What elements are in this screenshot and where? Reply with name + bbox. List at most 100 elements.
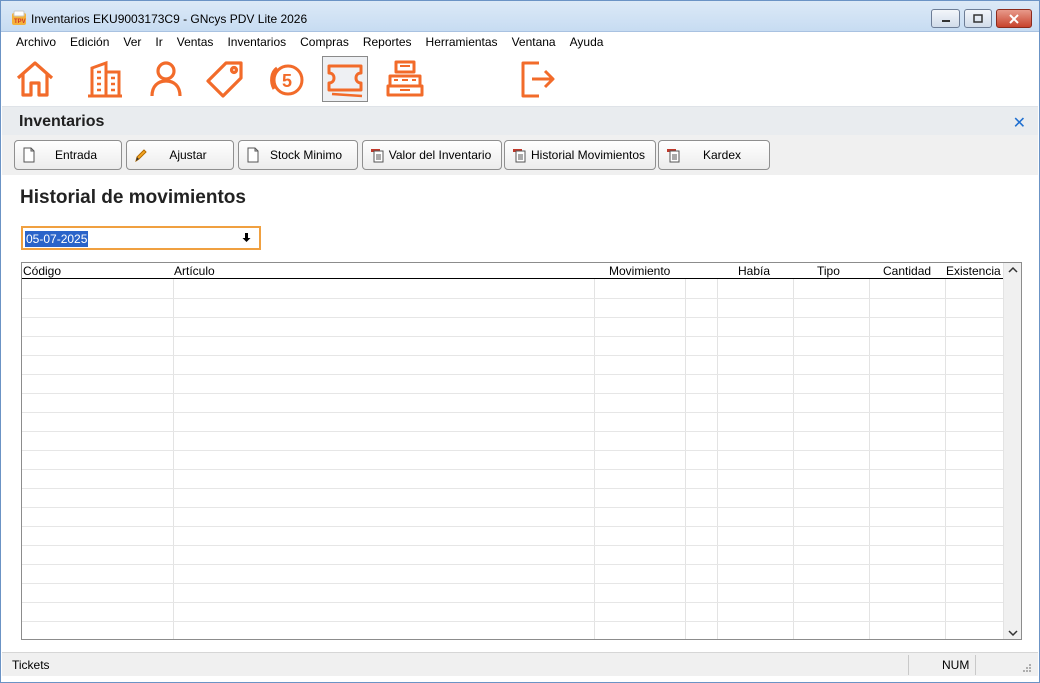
col-cantidad[interactable]: Cantidad [883,264,931,278]
app-logo-icon: TPV [12,10,26,25]
col-codigo[interactable]: Código [23,264,61,278]
arrow-down-icon [242,233,251,242]
chevron-up-icon[interactable] [1008,266,1018,274]
menu-bar: Archivo Edición Ver Ir Ventas Inventario… [2,32,1038,52]
menu-compras[interactable]: Compras [300,35,349,49]
report-icon [371,149,384,163]
kardex-button[interactable]: Kardex [658,140,770,170]
minimize-icon [941,19,950,22]
column-divider [717,279,718,639]
column-divider [793,279,794,639]
content-area: Historial de movimientos 05-07-2025 Códi… [2,175,1038,651]
column-divider [685,279,686,639]
building-icon [88,60,122,98]
maximize-icon [973,14,983,23]
stock-minimo-button[interactable]: Stock Minimo [238,140,358,170]
panel-header: Inventarios ✕ [2,106,1038,135]
menu-reportes[interactable]: Reportes [363,35,412,49]
company-button[interactable] [82,56,128,102]
table-row[interactable] [22,488,1003,489]
home-button[interactable] [12,56,58,102]
table-row[interactable] [22,298,1003,299]
tickets-button[interactable] [322,56,368,102]
panel-title: Inventarios [19,113,105,130]
table-row[interactable] [22,336,1003,337]
action-bar: Entrada Ajustar Stock Minimo Valor del I… [2,135,1038,175]
table-row[interactable] [22,355,1003,356]
table-row[interactable] [22,526,1003,527]
close-window-button[interactable] [996,9,1032,28]
close-icon [1009,13,1019,24]
menu-ventana[interactable]: Ventana [512,35,556,49]
main-toolbar: 5 [2,52,1038,106]
menu-herramientas[interactable]: Herramientas [426,35,498,49]
resize-grip-icon[interactable] [1022,663,1032,673]
panel-close-icon[interactable]: ✕ [1013,113,1026,133]
status-divider [908,655,909,675]
customers-button[interactable] [143,56,189,102]
status-text: Tickets [12,658,50,672]
menu-ayuda[interactable]: Ayuda [570,35,604,49]
table-row[interactable] [22,621,1003,622]
ajustar-button[interactable]: Ajustar [126,140,234,170]
menu-archivo[interactable]: Archivo [16,35,56,49]
table-row[interactable] [22,450,1003,451]
app-window: TPV Inventarios EKU9003173C9 - GNcys PDV… [0,0,1040,683]
table-header: Código Artículo Movimiento Había Tipo Ca… [22,263,1003,279]
col-articulo[interactable]: Artículo [174,264,215,278]
report-icon [667,149,680,163]
menu-edicion[interactable]: Edición [70,35,109,49]
menu-ir[interactable]: Ir [155,35,162,49]
date-value: 05-07-2025 [25,231,89,247]
table-row[interactable] [22,602,1003,603]
home-icon [16,61,54,97]
table-row[interactable] [22,393,1003,394]
chevron-down-icon[interactable] [1008,629,1018,637]
cash-register-button[interactable] [382,56,428,102]
user-icon [150,61,182,97]
col-tipo[interactable]: Tipo [817,264,840,278]
minimize-button[interactable] [931,9,960,28]
num-lock-indicator: NUM [942,658,970,672]
historial-movimientos-label: Historial Movimientos [530,148,646,162]
menu-ventas[interactable]: Ventas [177,35,214,49]
table-row[interactable] [22,317,1003,318]
tickets-icon [327,64,363,98]
table-row[interactable] [22,507,1003,508]
historial-movimientos-button[interactable]: Historial Movimientos [504,140,656,170]
table-row[interactable] [22,545,1003,546]
entrada-button[interactable]: Entrada [14,140,122,170]
vertical-scrollbar[interactable] [1003,263,1021,639]
cash-register-icon [386,60,424,97]
maximize-button[interactable] [964,9,992,28]
svg-text:TPV: TPV [14,19,26,25]
tag-icon [206,61,243,98]
table-row[interactable] [22,412,1003,413]
status-divider [975,655,976,675]
sales-button[interactable]: 5 [263,56,309,102]
valor-inventario-button[interactable]: Valor del Inventario [362,140,502,170]
menu-inventarios[interactable]: Inventarios [227,35,286,49]
column-divider [594,279,595,639]
products-button[interactable] [202,56,248,102]
coin-5-icon: 5 [270,64,304,96]
col-existencia[interactable]: Existencia [946,264,1001,278]
table-row[interactable] [22,583,1003,584]
title-bar[interactable]: TPV Inventarios EKU9003173C9 - GNcys PDV… [1,1,1039,32]
column-divider [869,279,870,639]
movements-table[interactable]: Código Artículo Movimiento Había Tipo Ca… [21,262,1022,640]
status-bar: Tickets NUM [2,652,1038,676]
menu-ver[interactable]: Ver [123,35,141,49]
col-habia[interactable]: Había [738,264,770,278]
col-movimiento[interactable]: Movimiento [609,264,670,278]
report-icon [513,149,526,163]
table-row[interactable] [22,374,1003,375]
date-dropdown[interactable]: 05-07-2025 [21,226,261,250]
window-title: Inventarios EKU9003173C9 - GNcys PDV Lit… [31,12,308,26]
table-row[interactable] [22,469,1003,470]
column-divider [173,279,174,639]
table-row[interactable] [22,431,1003,432]
exit-button[interactable] [513,56,559,102]
table-row[interactable] [22,564,1003,565]
section-title: Historial de movimientos [20,187,246,208]
